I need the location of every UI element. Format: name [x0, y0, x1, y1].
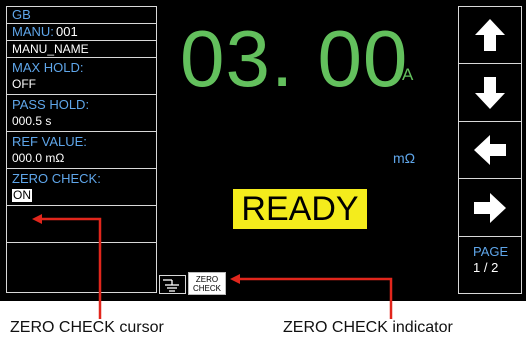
cursor-arrowhead: [32, 214, 42, 224]
indicator-arrowhead: [230, 274, 240, 284]
cursor-callout-line: [40, 217, 102, 319]
indicator-callout-line: [238, 277, 393, 319]
callout-arrows: [32, 214, 393, 319]
callout-zero-check-cursor: ZERO CHECK cursor: [10, 319, 164, 336]
callout-zero-check-indicator: ZERO CHECK indicator: [283, 319, 453, 336]
